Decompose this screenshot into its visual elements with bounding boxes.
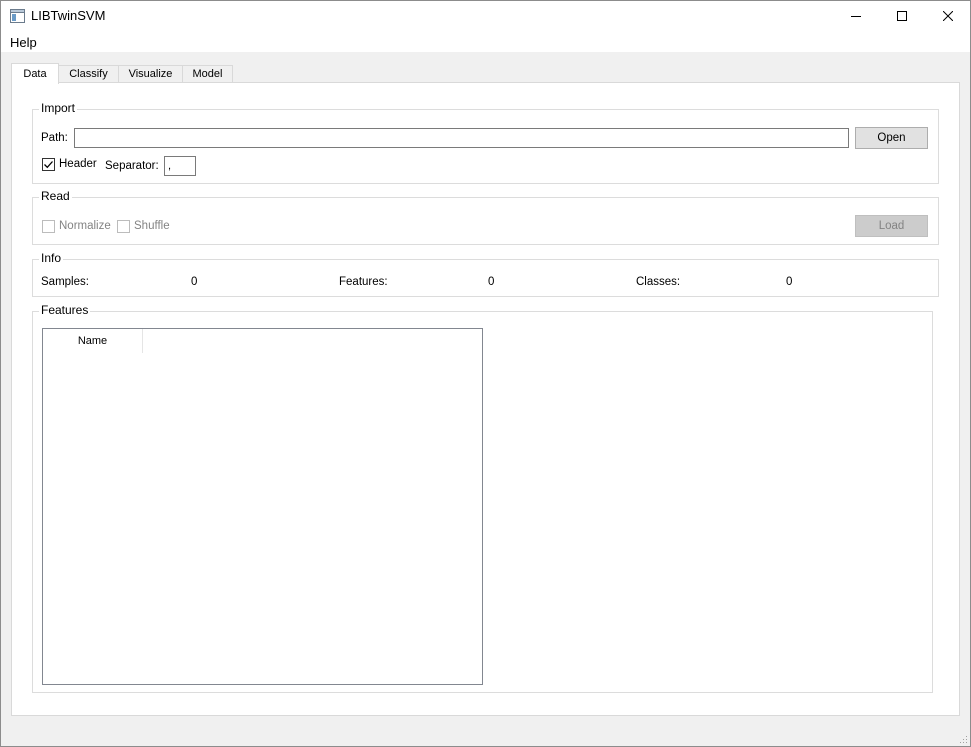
normalize-checkbox-label: Normalize bbox=[59, 220, 111, 232]
samples-label: Samples: bbox=[41, 276, 89, 288]
close-icon bbox=[943, 11, 953, 21]
features-label: Features: bbox=[339, 276, 388, 288]
shuffle-checkbox[interactable] bbox=[117, 220, 130, 233]
import-group-title: Import bbox=[39, 101, 78, 115]
resize-grip-icon[interactable] bbox=[958, 734, 968, 744]
read-group: Read Normalize Shuffle Load bbox=[32, 189, 939, 245]
name-column-header[interactable]: Name bbox=[43, 329, 143, 353]
header-checkbox-label: Header bbox=[59, 158, 97, 170]
tab-panel-data: Import Path: Open Header Separator: Read… bbox=[11, 82, 960, 716]
path-input[interactable] bbox=[74, 128, 849, 148]
open-button[interactable]: Open bbox=[855, 127, 928, 149]
load-button[interactable]: Load bbox=[855, 215, 928, 237]
window-title: LIBTwinSVM bbox=[31, 8, 106, 23]
checkmark-icon bbox=[44, 161, 53, 169]
separator-input[interactable] bbox=[164, 156, 196, 176]
info-group-title: Info bbox=[39, 251, 64, 265]
read-group-title: Read bbox=[39, 189, 72, 203]
shuffle-checkbox-label: Shuffle bbox=[134, 220, 170, 232]
close-button[interactable] bbox=[925, 1, 971, 31]
tab-data[interactable]: Data bbox=[11, 63, 59, 84]
minimize-icon bbox=[851, 16, 861, 17]
app-window: LIBTwinSVM Help Data Classify Visualize … bbox=[0, 0, 971, 747]
features-group: Features Name bbox=[32, 303, 933, 693]
maximize-button[interactable] bbox=[879, 1, 925, 31]
features-list[interactable]: Name bbox=[42, 328, 483, 685]
title-bar[interactable]: LIBTwinSVM bbox=[1, 1, 970, 31]
separator-label: Separator: bbox=[105, 160, 159, 172]
import-group: Import Path: Open Header Separator: bbox=[32, 101, 939, 184]
classes-label: Classes: bbox=[636, 276, 681, 288]
header-checkbox[interactable] bbox=[42, 158, 55, 171]
menu-bar: Help bbox=[1, 31, 970, 52]
minimize-button[interactable] bbox=[833, 1, 879, 31]
features-value: 0 bbox=[488, 276, 495, 288]
path-label: Path: bbox=[41, 132, 68, 144]
app-icon bbox=[10, 9, 25, 23]
info-group: Info Samples: 0 Features: 0 Classes: 0 bbox=[32, 251, 939, 297]
normalize-checkbox[interactable] bbox=[42, 220, 55, 233]
classes-value: 0 bbox=[786, 276, 793, 288]
features-group-title: Features bbox=[39, 303, 91, 317]
menu-help[interactable]: Help bbox=[10, 35, 37, 50]
samples-value: 0 bbox=[191, 276, 198, 288]
maximize-icon bbox=[897, 11, 907, 21]
